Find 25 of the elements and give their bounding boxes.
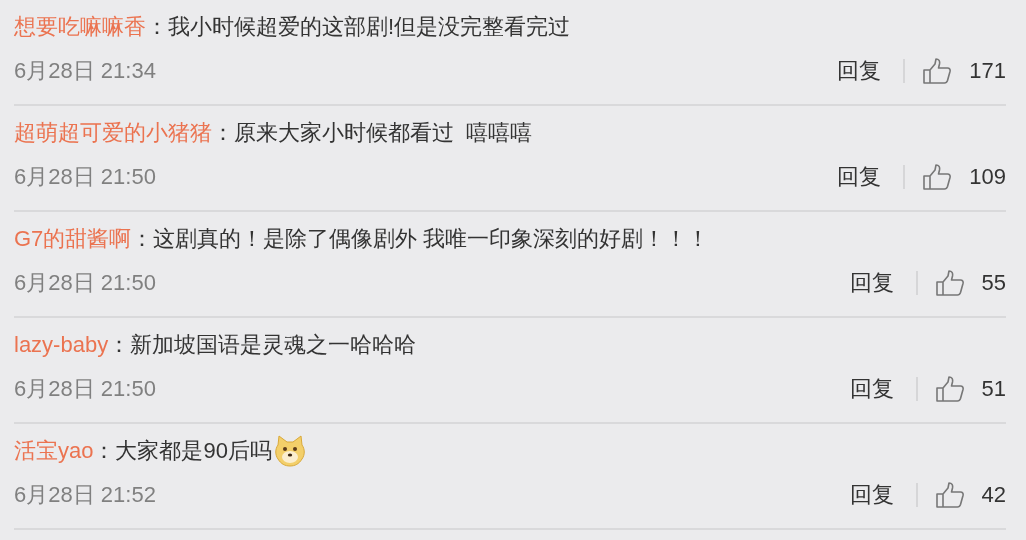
comment-text: ：这剧真的！是除了偶像剧外 我唯一印象深刻的好剧！！！	[131, 225, 710, 253]
comment-text: ：新加坡国语是灵魂之一哈哈哈	[108, 331, 417, 359]
reply-link[interactable]: 回复	[837, 56, 882, 86]
comment-time: 6月28日 21:50	[14, 375, 156, 403]
like-button[interactable]: 55	[935, 270, 1006, 296]
like-button[interactable]: 42	[935, 482, 1006, 508]
comment-text: ：我小时候超爱的这部剧!但是没完整看完过	[146, 13, 571, 41]
thumbs-up-icon	[935, 482, 964, 508]
thumbs-up-icon	[935, 270, 964, 296]
thumbs-up-icon	[935, 376, 964, 402]
like-button[interactable]: 109	[923, 164, 1006, 190]
reply-link[interactable]: 回复	[849, 374, 894, 404]
comment-time: 6月28日 21:50	[14, 269, 156, 297]
like-button[interactable]: 171	[923, 58, 1006, 84]
like-button[interactable]: 51	[935, 376, 1006, 402]
comment-time: 6月28日 21:50	[14, 163, 156, 191]
comment-text: ：原来大家小时候都看过 嘻嘻嘻	[212, 119, 533, 147]
reply-link[interactable]: 回复	[849, 480, 894, 510]
thumbs-up-icon	[923, 164, 952, 190]
comment-time: 6月28日 21:52	[14, 481, 156, 509]
reply-link[interactable]: 回复	[837, 162, 882, 192]
thumbs-up-icon	[923, 58, 952, 84]
reply-link[interactable]: 回复	[849, 268, 894, 298]
comment-time: 6月28日 21:34	[14, 57, 156, 85]
comment-text: ：大家都是90后吗	[93, 437, 272, 465]
